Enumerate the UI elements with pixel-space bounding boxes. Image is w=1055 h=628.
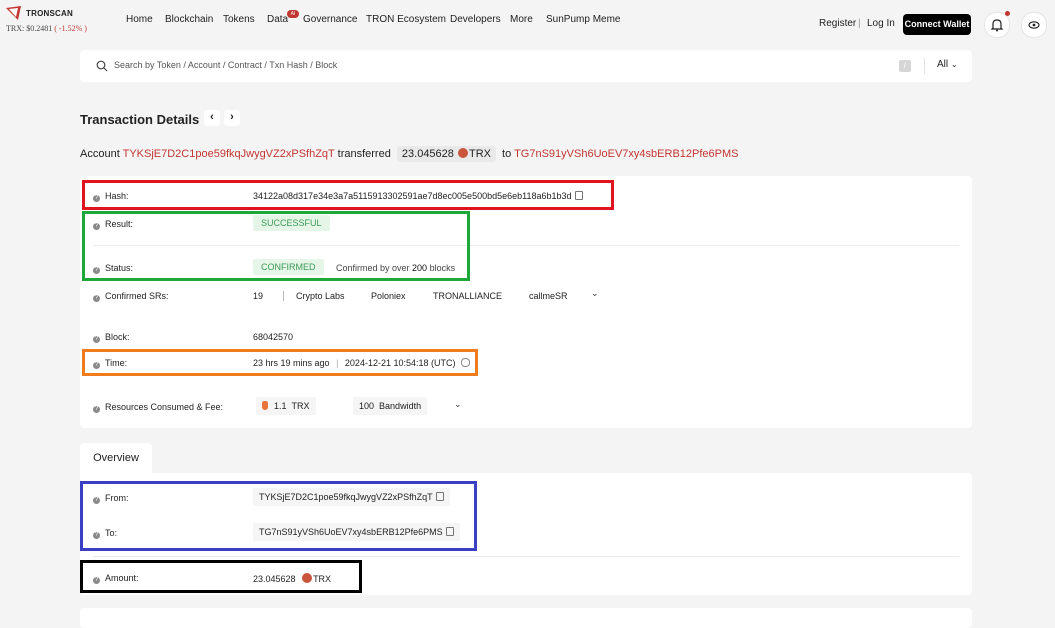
theme-toggle-button[interactable] [1021, 12, 1047, 38]
summary-amount-chip: 23.045628 TRX [396, 146, 496, 162]
sr-item[interactable]: TRONALLIANCE [433, 291, 502, 301]
bandwidth-chip: 100 Bandwidth [353, 397, 428, 415]
trx-price: TRX: $0.2481 ( -1.52% ) [6, 24, 87, 33]
nav-home[interactable]: Home [126, 14, 153, 25]
result-status-highlight-box [82, 211, 470, 281]
search-filter-select[interactable]: All ⌄ [937, 59, 958, 70]
sr-item[interactable]: Crypto Labs [296, 291, 345, 301]
resources-label: ? Resources Consumed & Fee: [93, 402, 224, 413]
prev-transaction-button[interactable]: ‹ [204, 110, 220, 126]
hash-highlight-box [82, 180, 614, 210]
page-title: Transaction Details [80, 112, 200, 127]
summary-amount: 23.045628 [401, 148, 454, 160]
connect-wallet-button[interactable]: Connect Wallet [903, 14, 971, 35]
nav-tokens[interactable]: Tokens [223, 14, 255, 25]
auth-separator: | [858, 18, 861, 29]
search-filter-value: All [937, 59, 949, 70]
next-section-card [80, 608, 972, 628]
search-input[interactable]: Search by Token / Account / Contract / T… [114, 60, 337, 70]
nav-more[interactable]: More [510, 14, 533, 25]
nav-developers[interactable]: Developers [450, 14, 501, 25]
bandwidth-amount: 100 [359, 401, 375, 411]
help-icon: ? [93, 406, 100, 413]
flame-icon [262, 401, 268, 410]
nav-data[interactable]: Data [267, 14, 288, 25]
logo-text: TRONSCAN [26, 9, 73, 18]
search-shortcut-key: / [899, 60, 911, 72]
amount-highlight-box [80, 560, 362, 593]
next-transaction-button[interactable]: › [224, 110, 240, 126]
block-label: ? Block: [93, 332, 130, 343]
block-value[interactable]: 68042570 [253, 332, 293, 342]
summary-to-address[interactable]: TG7nS91yVSh6UoEV7xy4sbERB12Pfe6PMS [514, 148, 738, 160]
sr-item[interactable]: Poloniex [371, 291, 406, 301]
from-to-highlight-box [80, 481, 477, 551]
nav-tron-ecosystem[interactable]: TRON Ecosystem [366, 14, 446, 25]
fee-amount: 1.1 [274, 401, 287, 411]
summary-from-address[interactable]: TYKSjE7D2C1poe59fkqJwygVZ2xPSfhZqT [123, 148, 335, 160]
tron-logo-icon [6, 6, 21, 20]
srs-divider [283, 291, 284, 301]
trx-price-value: TRX: $0.2481 [6, 24, 53, 33]
chevron-down-icon[interactable]: ⌄ [454, 399, 462, 410]
login-link[interactable]: Log In [867, 18, 895, 29]
summary-account-label: Account [80, 148, 120, 160]
tab-overview[interactable]: Overview [80, 443, 152, 473]
search-divider [924, 58, 925, 74]
register-link[interactable]: Register [819, 18, 856, 29]
chevron-right-icon: › [230, 111, 234, 123]
fee-token: TRX [291, 401, 310, 411]
row-divider [93, 556, 959, 557]
chevron-down-icon: ⌄ [950, 60, 958, 69]
trx-token-icon [457, 148, 468, 158]
transaction-summary: Account TYKSjE7D2C1poe59fkqJwygVZ2xPSfhZ… [80, 146, 738, 162]
nav-sunpump-meme[interactable]: SunPump Meme [546, 14, 620, 25]
search-bar[interactable]: Search by Token / Account / Contract / T… [80, 50, 972, 82]
site-header: TRONSCAN TRX: $0.2481 ( -1.52% ) Home Bl… [0, 0, 1055, 44]
fee-chip: 1.1 TRX [256, 397, 316, 415]
help-icon: ? [93, 295, 100, 302]
help-icon: ? [93, 336, 100, 343]
summary-token[interactable]: TRX [469, 148, 491, 160]
nav-governance[interactable]: Governance [303, 14, 357, 25]
trx-price-change: ( -1.52% ) [54, 24, 87, 33]
nav-blockchain[interactable]: Blockchain [165, 14, 213, 25]
notification-dot [1005, 11, 1010, 16]
confirmed-srs-label: ? Confirmed SRs: [93, 291, 169, 302]
sr-item[interactable]: callmeSR [529, 291, 568, 301]
data-ai-badge: AI [287, 10, 299, 18]
summary-transferred-label: transferred [337, 148, 391, 160]
search-icon [96, 60, 108, 72]
eye-icon [1028, 21, 1040, 29]
chevron-down-icon[interactable]: ⌄ [591, 288, 599, 299]
bell-icon [990, 19, 1004, 32]
chevron-left-icon: ‹ [210, 111, 214, 123]
srs-count: 19 [253, 291, 264, 301]
summary-to-label: to [502, 148, 512, 160]
time-highlight-box [82, 349, 478, 376]
bandwidth-label: Bandwidth [379, 401, 422, 411]
